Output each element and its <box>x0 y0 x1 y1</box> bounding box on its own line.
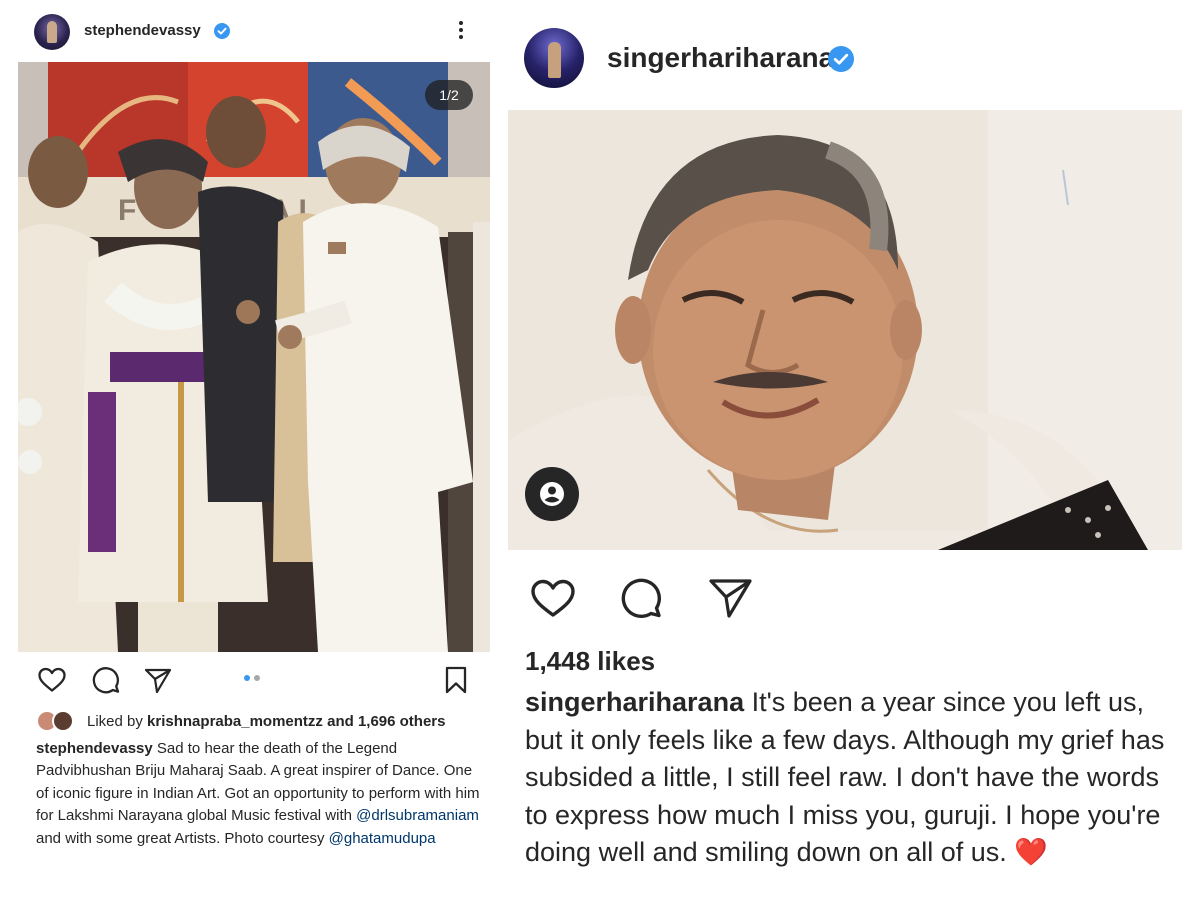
username[interactable]: singerhariharana <box>607 42 834 74</box>
heart-icon[interactable] <box>36 664 68 696</box>
left-instagram-post: stephendevassy FESTIVAL <box>0 0 500 900</box>
username[interactable]: stephendevassy <box>84 22 201 39</box>
liked-by-prefix: Liked by <box>87 713 143 730</box>
right-instagram-post: singerhariharana 1,448 likes singerharih… <box>508 0 1200 900</box>
avatar[interactable] <box>524 28 584 88</box>
liked-by-row: Liked by krishnapraba_momentzz and 1,696… <box>36 710 486 734</box>
post-caption: singerhariharana It's been a year since … <box>525 684 1185 874</box>
caption-author[interactable]: singerhariharana <box>525 687 744 717</box>
post-photo-carousel[interactable]: FESTIVAL <box>18 62 490 652</box>
liked-by-others[interactable]: and 1,696 others <box>327 713 445 730</box>
send-icon[interactable] <box>142 664 174 696</box>
avatar[interactable] <box>34 14 70 50</box>
avatar[interactable] <box>52 710 74 732</box>
verified-badge-icon <box>828 46 854 72</box>
portrait-photo <box>508 110 1182 550</box>
mention-link[interactable]: @ghatamudupa <box>329 830 436 847</box>
caption-text: and with some great Artists. Photo court… <box>36 829 329 847</box>
comment-icon[interactable] <box>617 575 667 621</box>
post-header: stephendevassy <box>18 14 490 50</box>
carousel-indicator <box>244 675 264 683</box>
heart-icon[interactable] <box>528 575 578 621</box>
carousel-dot <box>254 675 260 681</box>
user-tag-icon[interactable] <box>525 467 579 521</box>
post-caption: stephendevassy Sad to hear the death of … <box>36 738 486 850</box>
post-actions <box>528 575 768 621</box>
send-icon[interactable] <box>706 575 756 621</box>
photo-counter-badge: 1/2 <box>425 80 473 110</box>
heart-emoji-icon: ❤️ <box>1014 837 1048 867</box>
more-options-icon[interactable] <box>456 18 466 42</box>
bookmark-icon[interactable] <box>440 664 472 696</box>
mention-link[interactable]: @drlsubramaniam <box>356 807 479 824</box>
post-photo: FESTIVAL <box>18 62 490 652</box>
post-photo[interactable] <box>508 110 1182 550</box>
likes-count[interactable]: 1,448 likes <box>525 646 655 677</box>
verified-badge-icon <box>214 23 230 39</box>
liked-by-user[interactable]: krishnapraba_momentzz <box>147 713 323 730</box>
comment-icon[interactable] <box>90 664 122 696</box>
caption-author[interactable]: stephendevassy <box>36 740 153 757</box>
carousel-dot-active <box>244 675 250 681</box>
